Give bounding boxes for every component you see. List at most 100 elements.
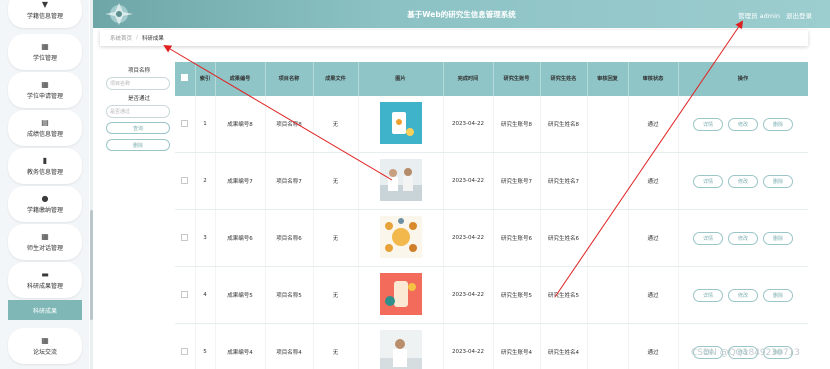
cell-reply bbox=[587, 266, 629, 324]
result-image[interactable] bbox=[379, 330, 422, 369]
sidebar-item-academic[interactable]: ▮ 教务信息管理 bbox=[8, 148, 82, 184]
select-all-checkbox[interactable] bbox=[175, 62, 196, 96]
top-header: 基于Web的研究生信息管理系统 管理员 admin 退出登录 bbox=[93, 0, 830, 28]
edit-button[interactable]: 修改 bbox=[728, 231, 758, 245]
grid-icon: ▦ bbox=[41, 336, 49, 345]
column-header[interactable]: 完成时间 bbox=[443, 62, 494, 96]
table-header-row: 索引 成果编号 项目名称 成果文件 图片 完成时间 研究生账号 研究生姓名 审核… bbox=[175, 62, 808, 96]
cell-date: 2023-04-22 bbox=[443, 152, 494, 210]
column-header[interactable]: 项目名称 bbox=[265, 62, 314, 96]
bulk-delete-button[interactable]: 删除 bbox=[106, 139, 170, 151]
cell-file: 无 bbox=[313, 96, 359, 153]
sidebar-item-student-records[interactable]: ▼ 学籍信息管理 bbox=[8, 0, 82, 28]
result-image[interactable] bbox=[379, 216, 422, 258]
sidebar-item-label: 学位管理 bbox=[32, 55, 57, 62]
results-table: 索引 成果编号 项目名称 成果文件 图片 完成时间 研究生账号 研究生姓名 审核… bbox=[175, 62, 808, 369]
cell-project: 项目名称5 bbox=[265, 266, 314, 324]
sidebar-item-research[interactable]: ▬ 科研成果管理 bbox=[8, 262, 82, 298]
delete-button[interactable]: 删除 bbox=[763, 174, 793, 188]
row-checkbox[interactable] bbox=[181, 176, 189, 184]
pin-icon: ▼ bbox=[41, 0, 49, 9]
sidebar-item-fees[interactable]: ● 学籍缴纳管理 bbox=[8, 186, 82, 222]
sidebar-item-dialogue[interactable]: ▦ 师生对话管理 bbox=[8, 224, 82, 260]
row-checkbox[interactable] bbox=[181, 233, 189, 241]
detail-button[interactable]: 详情 bbox=[693, 174, 723, 188]
cell-date: 2023-04-22 bbox=[443, 96, 494, 153]
cell-status: 通过 bbox=[628, 96, 679, 153]
cell-account: 研究生账号7 bbox=[493, 152, 541, 210]
sidebar-scrollbar-thumb[interactable] bbox=[90, 210, 93, 320]
logout-link[interactable]: 退出登录 bbox=[786, 10, 812, 20]
sidebar-item-label: 学籍信息管理 bbox=[26, 13, 63, 20]
table-icon: ▤ bbox=[41, 118, 49, 127]
cell-index: 5 bbox=[195, 323, 216, 369]
cell-project: 项目名称4 bbox=[265, 323, 314, 369]
cell-reply bbox=[587, 323, 629, 369]
result-image[interactable] bbox=[379, 102, 422, 144]
cell-code: 成果编号6 bbox=[215, 209, 266, 267]
cell-index: 1 bbox=[195, 96, 216, 153]
sidebar-item-degree-application[interactable]: ▦ 学位申请管理 bbox=[8, 72, 82, 108]
cell-project: 项目名称8 bbox=[265, 96, 314, 153]
sidebar-item-label: 学位申请管理 bbox=[26, 93, 63, 100]
cell-name: 研究生姓名5 bbox=[540, 266, 588, 324]
cell-status: 通过 bbox=[628, 152, 679, 210]
breadcrumb-separator: / bbox=[136, 35, 138, 41]
detail-button[interactable]: 详情 bbox=[693, 288, 723, 302]
cell-account: 研究生账号8 bbox=[493, 96, 541, 153]
cell-file: 无 bbox=[313, 266, 359, 324]
column-header[interactable]: 审核回复 bbox=[587, 62, 629, 96]
delete-button[interactable]: 删除 bbox=[763, 117, 793, 131]
column-header[interactable]: 图片 bbox=[358, 62, 444, 96]
breadcrumb-home-link[interactable]: 系统首页 bbox=[110, 34, 132, 42]
delete-button[interactable]: 删除 bbox=[763, 231, 793, 245]
cell-status: 通过 bbox=[628, 323, 679, 369]
edit-button[interactable]: 修改 bbox=[728, 174, 758, 188]
row-checkbox[interactable] bbox=[181, 347, 189, 355]
cell-name: 研究生姓名8 bbox=[540, 96, 588, 153]
sidebar-subitem-research-results[interactable]: 科研成果 bbox=[8, 300, 82, 320]
cell-code: 成果编号5 bbox=[215, 266, 266, 324]
column-header[interactable]: 成果文件 bbox=[313, 62, 359, 96]
sidebar-item-grades[interactable]: ▤ 成绩信息管理 bbox=[8, 110, 82, 146]
row-checkbox[interactable] bbox=[181, 119, 189, 127]
result-image[interactable] bbox=[379, 273, 422, 315]
search-button[interactable]: 查询 bbox=[106, 122, 170, 134]
column-header[interactable]: 研究生账号 bbox=[493, 62, 541, 96]
column-header[interactable]: 索引 bbox=[195, 62, 216, 96]
monitor-icon: ▬ bbox=[41, 270, 49, 279]
project-name-input[interactable]: 项目名称 bbox=[106, 77, 170, 90]
cell-code: 成果编号8 bbox=[215, 96, 266, 153]
column-header[interactable]: 成果编号 bbox=[215, 62, 266, 96]
result-image[interactable] bbox=[379, 159, 422, 201]
row-checkbox[interactable] bbox=[181, 290, 189, 298]
cell-code: 成果编号4 bbox=[215, 323, 266, 369]
detail-button[interactable]: 详情 bbox=[693, 231, 723, 245]
column-header[interactable]: 审核状态 bbox=[628, 62, 679, 96]
delete-button[interactable]: 删除 bbox=[763, 288, 793, 302]
edit-button[interactable]: 修改 bbox=[728, 117, 758, 131]
cell-file: 无 bbox=[313, 323, 359, 369]
sidebar-item-label: 学籍缴纳管理 bbox=[26, 207, 63, 214]
watermark: CSDN @QQ1849230713 bbox=[691, 348, 800, 358]
pass-status-input[interactable]: 是否通过 bbox=[106, 105, 170, 118]
cell-account: 研究生账号5 bbox=[493, 266, 541, 324]
cell-account: 研究生账号4 bbox=[493, 323, 541, 369]
sidebar: ▼ 学籍信息管理 ▦ 学位管理 ▦ 学位申请管理 ▤ 成绩信息管理 ▮ 教务信息… bbox=[0, 0, 89, 369]
cell-date: 2023-04-22 bbox=[443, 266, 494, 324]
sidebar-item-forum[interactable]: ▦ 论坛交流 bbox=[8, 328, 82, 364]
cell-status: 通过 bbox=[628, 266, 679, 324]
cell-code: 成果编号7 bbox=[215, 152, 266, 210]
sidebar-item-label: 师生对话管理 bbox=[26, 245, 63, 252]
cell-reply bbox=[587, 96, 629, 153]
cell-file: 无 bbox=[313, 152, 359, 210]
detail-button[interactable]: 详情 bbox=[693, 117, 723, 131]
cell-account: 研究生账号6 bbox=[493, 209, 541, 267]
sidebar-item-degree[interactable]: ▦ 学位管理 bbox=[8, 34, 82, 70]
cell-reply bbox=[587, 209, 629, 267]
column-header[interactable]: 研究生姓名 bbox=[540, 62, 588, 96]
edit-button[interactable]: 修改 bbox=[728, 288, 758, 302]
current-user: 管理员 admin bbox=[738, 12, 780, 20]
cell-file: 无 bbox=[313, 209, 359, 267]
table-row: 4 成果编号5 项目名称5 无 2023-04-22 研究生账号5 研究生姓名5… bbox=[175, 266, 808, 324]
